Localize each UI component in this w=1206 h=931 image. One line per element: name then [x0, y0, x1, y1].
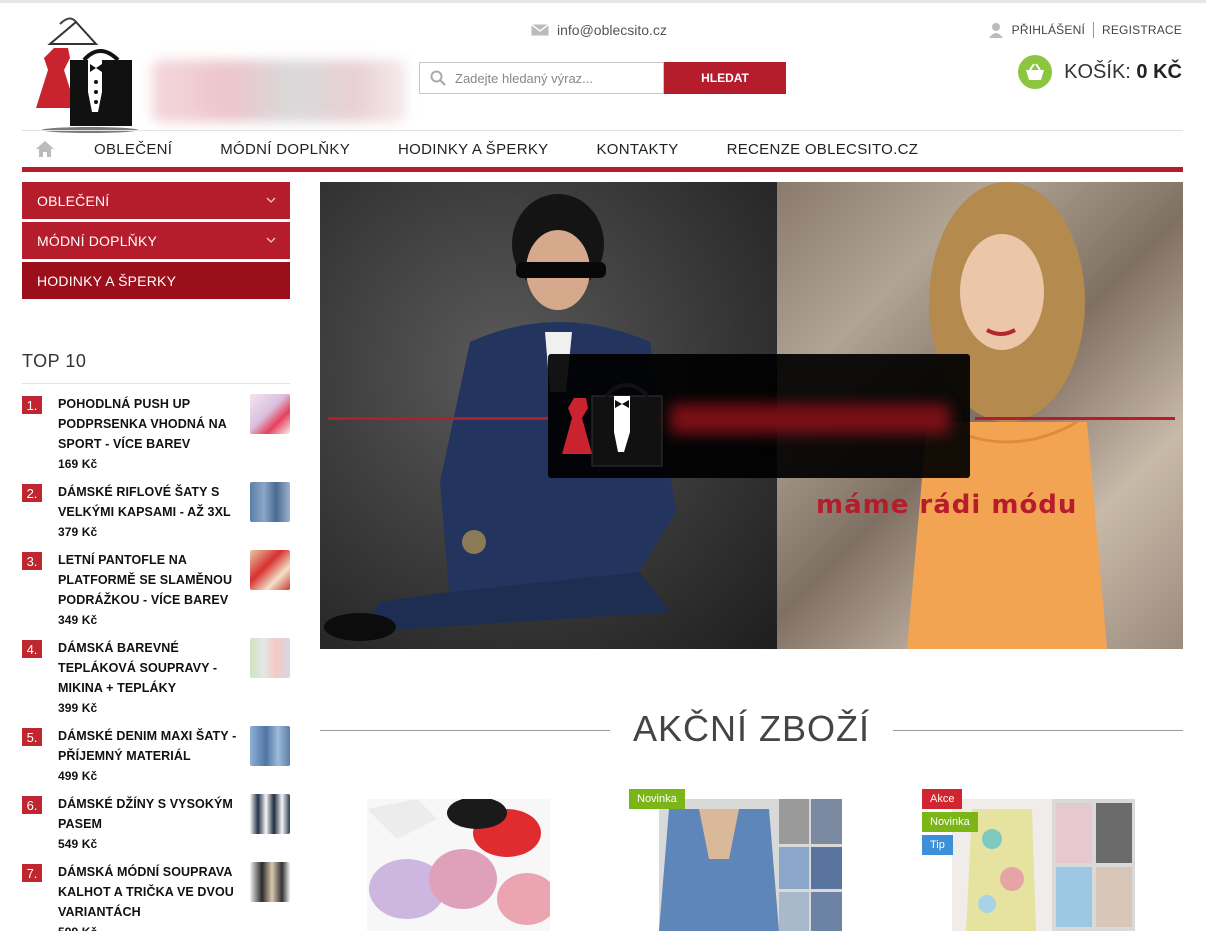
product-price: 169 Kč: [58, 457, 98, 471]
product-badge-new: Novinka: [629, 789, 685, 809]
product-thumbnail[interactable]: [250, 726, 290, 766]
product-thumbnail[interactable]: [250, 638, 290, 678]
chevron-down-icon: [266, 197, 276, 203]
banner-wordmark-blurred: [670, 404, 950, 434]
hero-banner[interactable]: máme rádi módu: [320, 182, 1183, 649]
banner-divider-right: [975, 417, 1175, 420]
nav-underline: [22, 167, 1183, 172]
product-name[interactable]: POHODLNÁ PUSH UP PODPRSENKA VHODNÁ NA SP…: [58, 397, 226, 451]
login-link[interactable]: PŘIHLÁŠENÍ: [1012, 23, 1085, 37]
product-card[interactable]: [952, 799, 1135, 931]
product-name[interactable]: DÁMSKÉ DŽÍNY S VYSOKÝM PASEM: [58, 797, 233, 831]
top-border: [0, 0, 1206, 3]
product-badge-tip: Tip: [922, 835, 953, 855]
rank-badge: 2.: [22, 484, 42, 502]
nav-item-recenze[interactable]: RECENZE OBLECSITO.CZ: [727, 141, 919, 158]
section-title: AKČNÍ ZBOŽÍ: [632, 708, 871, 749]
email-text: info@oblecsito.cz: [557, 22, 667, 38]
product-price: 379 Kč: [58, 525, 98, 539]
product-badge-sale: Akce: [922, 789, 963, 809]
basket-icon: [1018, 55, 1053, 89]
product-name[interactable]: DÁMSKÁ BAREVNÉ TEPLÁKOVÁ SOUPRAVY - MIKI…: [58, 641, 217, 695]
search-input[interactable]: [455, 70, 655, 86]
home-link[interactable]: [22, 140, 68, 158]
home-icon: [36, 141, 54, 157]
top10-heading: TOP 10: [22, 351, 87, 371]
product-price: 349 Kč: [58, 613, 98, 627]
user-icon: [988, 23, 1003, 38]
category-item-hodinky-sperky[interactable]: HODINKY A ŠPERKY: [22, 262, 290, 299]
divider: [1092, 22, 1094, 38]
banner-slogan: máme rádi módu: [816, 490, 1078, 520]
rank-badge: 3.: [22, 552, 42, 570]
search-button[interactable]: HLEDAT: [664, 62, 786, 94]
product-badge-new: Novinka: [922, 812, 978, 832]
category-label: OBLEČENÍ: [37, 192, 110, 209]
product-image[interactable]: [659, 799, 842, 931]
search-box: [419, 62, 664, 94]
product-price: 499 Kč: [58, 769, 98, 783]
product-image[interactable]: [952, 799, 1135, 931]
cart-widget[interactable]: KOŠÍK: 0 KČ: [1018, 55, 1182, 89]
main-nav: OBLEČENÍ MÓDNÍ DOPLŇKY HODINKY A ŠPERKY …: [22, 130, 1183, 167]
nav-item-hodinky-sperky[interactable]: HODINKY A ŠPERKY: [398, 141, 548, 158]
rank-badge: 7.: [22, 864, 42, 882]
site-logo[interactable]: [30, 12, 150, 134]
product-card[interactable]: [367, 799, 550, 931]
divider: [893, 730, 1183, 731]
product-price: 599 Kč: [58, 922, 248, 931]
divider: [22, 383, 290, 384]
search-icon: [430, 70, 446, 86]
product-name[interactable]: DÁMSKÉ RIFLOVÉ ŠATY S VELKÝMI KAPSAMI - …: [58, 485, 231, 519]
account-links: PŘIHLÁŠENÍ REGISTRACE: [988, 22, 1182, 38]
product-thumbnail[interactable]: [250, 394, 290, 434]
product-thumbnail[interactable]: [250, 482, 290, 522]
product-card[interactable]: [659, 799, 842, 931]
banner-divider-left: [328, 417, 548, 420]
product-name[interactable]: DÁMSKÁ MÓDNÍ SOUPRAVA KALHOT A TRIČKA VE…: [58, 865, 234, 919]
product-thumbnail[interactable]: [250, 550, 290, 590]
product-image[interactable]: [367, 799, 550, 931]
envelope-icon: [531, 24, 549, 36]
category-menu: OBLEČENÍ MÓDNÍ DOPLŇKY HODINKY A ŠPERKY: [22, 182, 290, 302]
rank-badge: 1.: [22, 396, 42, 414]
rank-badge: 4.: [22, 640, 42, 658]
chevron-down-icon: [266, 237, 276, 243]
nav-item-obleceni[interactable]: OBLEČENÍ: [94, 141, 172, 158]
product-thumbnail[interactable]: [250, 862, 290, 902]
rank-badge: 5.: [22, 728, 42, 746]
rank-badge: 6.: [22, 796, 42, 814]
cart-total: 0 KČ: [1136, 60, 1182, 83]
product-name[interactable]: DÁMSKÉ DENIM MAXI ŠATY - PŘÍJEMNÝ MATERI…: [58, 729, 236, 763]
product-price: 549 Kč: [58, 837, 98, 851]
product-thumbnail[interactable]: [250, 794, 290, 834]
contact-email[interactable]: info@oblecsito.cz: [531, 22, 667, 38]
nav-item-kontakty[interactable]: KONTAKTY: [596, 141, 678, 158]
register-link[interactable]: REGISTRACE: [1102, 23, 1182, 37]
cart-label: KOŠÍK:: [1064, 60, 1131, 83]
logo-wordmark-blurred: [152, 60, 406, 122]
banner-logo: [562, 383, 663, 467]
category-item-modni-doplnky[interactable]: MÓDNÍ DOPLŇKY: [22, 222, 290, 259]
category-item-obleceni[interactable]: OBLEČENÍ: [22, 182, 290, 219]
category-label: MÓDNÍ DOPLŇKY: [37, 232, 158, 249]
banner-logo-box: [548, 354, 970, 478]
product-name[interactable]: LETNÍ PANTOFLE NA PLATFORMĚ SE SLAMĚNOU …: [58, 553, 232, 607]
product-price: 399 Kč: [58, 701, 98, 715]
nav-item-modni-doplnky[interactable]: MÓDNÍ DOPLŇKY: [220, 141, 350, 158]
category-label: HODINKY A ŠPERKY: [37, 272, 177, 289]
